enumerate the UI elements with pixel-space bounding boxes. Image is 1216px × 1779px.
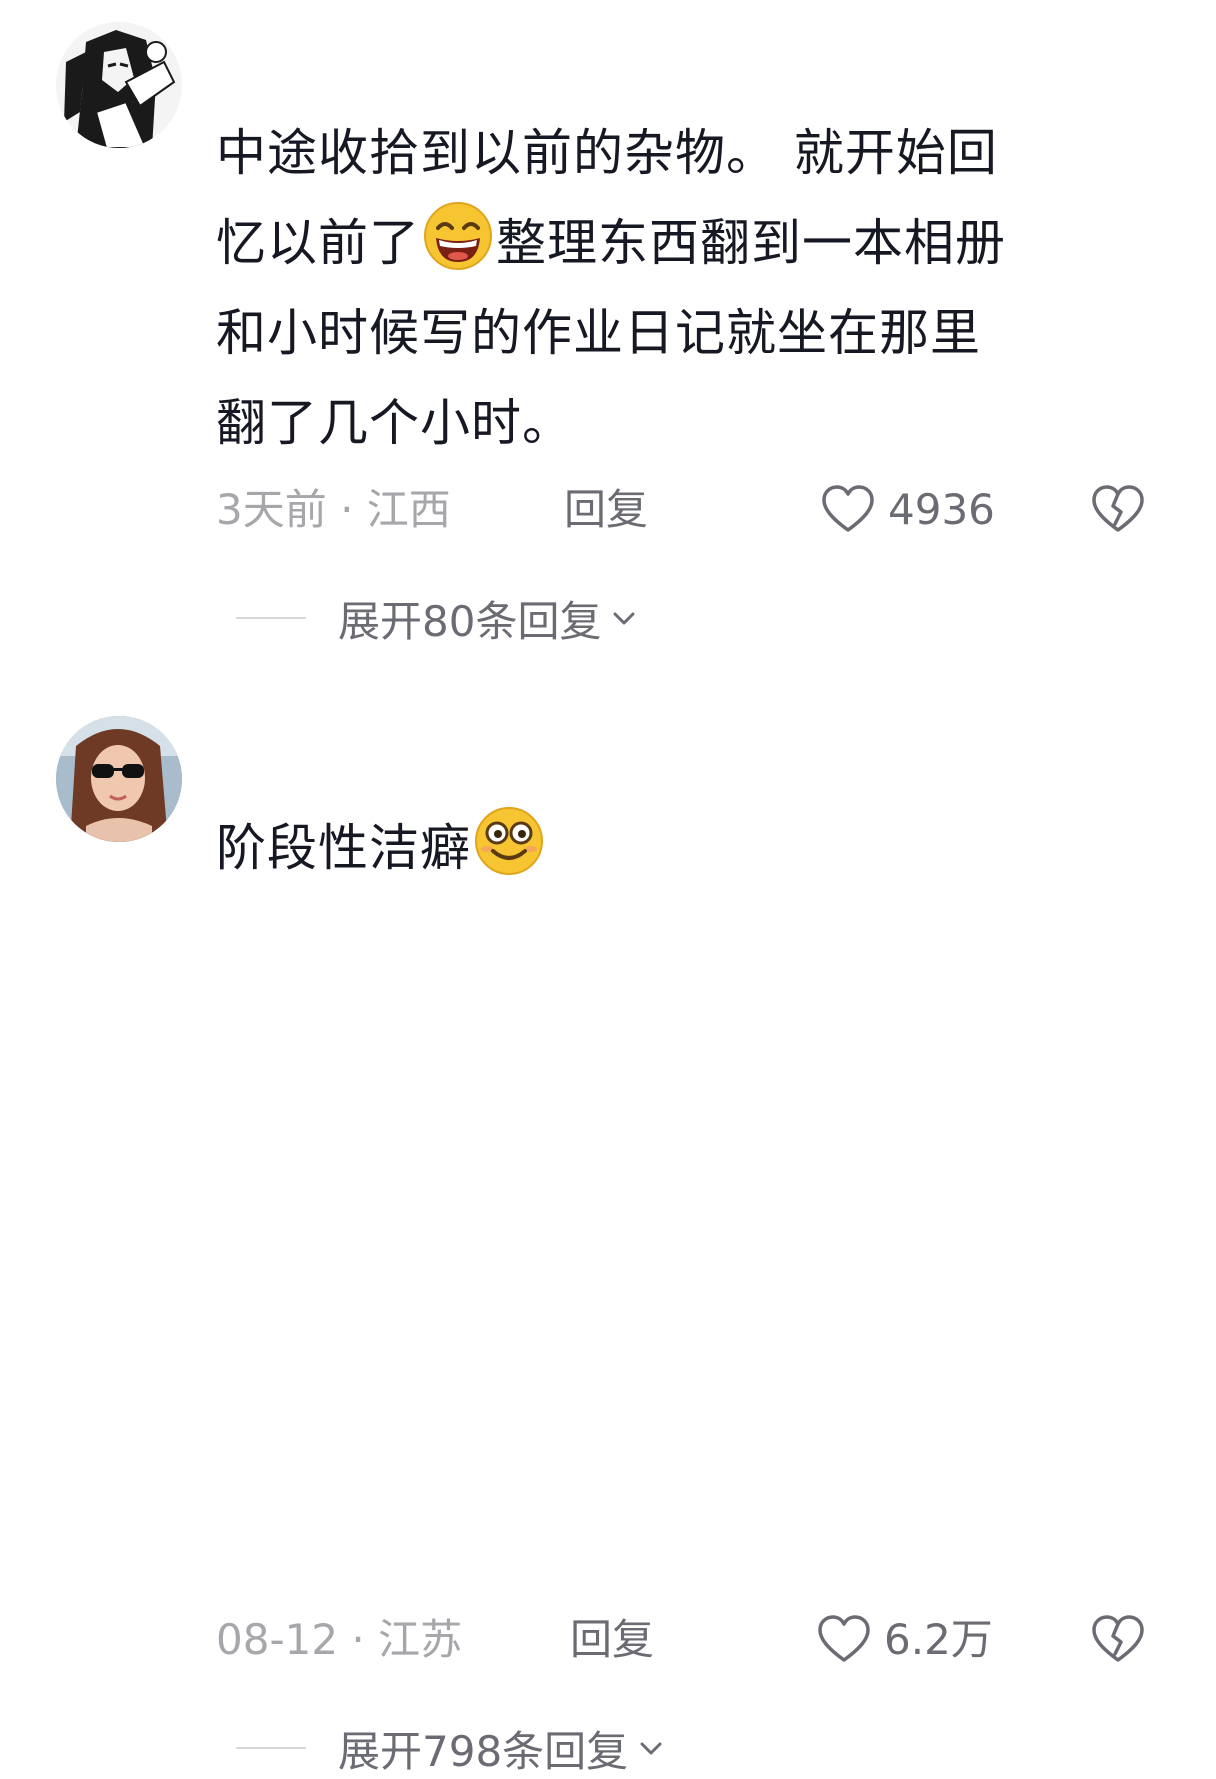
like-count: 4936 — [888, 485, 995, 534]
comment-meta: 08-12 · 江苏 回复 6.2万 — [216, 1610, 1156, 1670]
broken-heart-icon[interactable] — [1090, 1612, 1146, 1668]
comment-line: 阶段性洁癖 — [216, 803, 547, 893]
chevron-down-icon — [613, 612, 635, 625]
comment-time-location: 3天前 · 江西 — [216, 485, 451, 534]
reply-button[interactable]: 回复 — [570, 1610, 654, 1670]
avatar[interactable] — [56, 22, 182, 148]
chevron-down-icon — [640, 1742, 662, 1755]
broken-heart-icon[interactable] — [1090, 482, 1146, 538]
comment-line: 和小时候写的作业日记就坐在那里 — [216, 304, 981, 362]
expand-replies-button[interactable]: 展开798条回复 — [236, 1718, 666, 1778]
comment-text: 中途收拾到以前的杂物。 就开始回 忆以前了 整理东西翻到一本相册 和小时候写的作… — [216, 108, 1006, 468]
heart-icon[interactable] — [816, 1612, 872, 1668]
comment-item: 阶段性洁癖 08-12 · 江苏 回复 6.2万 展开798条回复 — [0, 700, 1216, 1776]
grinning-squint-emoji-icon — [422, 200, 494, 272]
avatar[interactable] — [56, 716, 182, 842]
avatar-image — [56, 22, 182, 148]
reply-button[interactable]: 回复 — [564, 480, 648, 540]
divider — [236, 617, 306, 619]
expand-replies-label: 展开80条回复 — [338, 596, 602, 646]
heart-icon[interactable] — [820, 482, 876, 538]
comment-line-part: 整理东西翻到一本相册 — [496, 214, 1006, 272]
comment-meta: 3天前 · 江西 回复 4936 — [216, 480, 1156, 540]
expand-replies-button[interactable]: 展开80条回复 — [236, 588, 639, 648]
divider — [236, 1747, 306, 1749]
avatar-image — [56, 716, 182, 842]
expand-replies-label: 展开798条回复 — [338, 1726, 629, 1776]
comment-text: 阶段性洁癖 — [216, 803, 547, 893]
like-count: 6.2万 — [884, 1615, 993, 1664]
comment-line-part: 阶段性洁癖 — [216, 819, 471, 877]
comment-line: 翻了几个小时。 — [216, 394, 573, 452]
comment-time-location: 08-12 · 江苏 — [216, 1615, 463, 1664]
wide-eyed-smile-emoji-icon — [473, 805, 545, 877]
comment-line: 中途收拾到以前的杂物。 就开始回 — [216, 124, 998, 182]
comment-line-part: 忆以前了 — [216, 214, 420, 272]
comment-line: 忆以前了 整理东西翻到一本相册 — [216, 198, 1006, 288]
comment-item: 中途收拾到以前的杂物。 就开始回 忆以前了 整理东西翻到一本相册 和小时候写的作… — [0, 0, 1216, 680]
